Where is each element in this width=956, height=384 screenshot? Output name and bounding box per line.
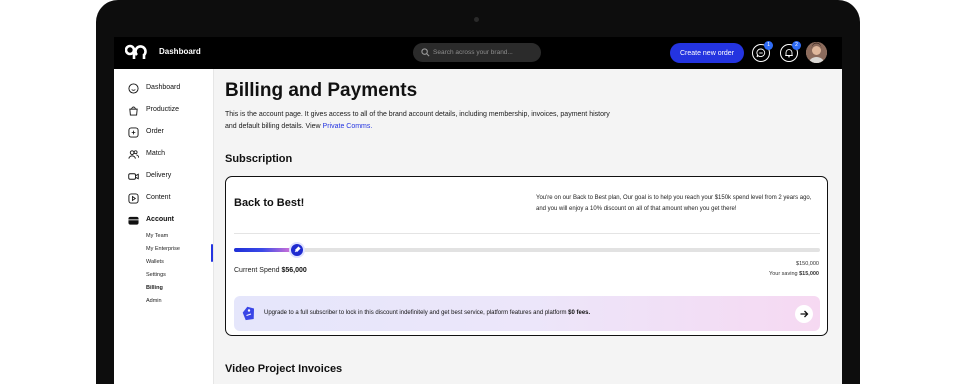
private-comms-link[interactable]: Private Comms.	[323, 123, 373, 130]
upgrade-fees: $0 fees.	[568, 310, 591, 316]
app-screen: Dashboard Create new order 1 2	[114, 37, 842, 384]
search-input[interactable]	[433, 45, 533, 60]
message-icon	[756, 48, 766, 58]
spend-progress-track	[234, 242, 820, 258]
video-icon	[128, 173, 139, 180]
video-invoices-heading: Video Project Invoices	[225, 363, 343, 375]
sidebar-item-content[interactable]: Content	[128, 192, 210, 206]
rocket-icon	[294, 246, 301, 253]
sidebar-subitem-billing[interactable]: Billing	[146, 285, 163, 291]
arrow-right-icon	[800, 310, 809, 318]
plan-description: You're on our Back to Best plan, Our goa…	[536, 195, 812, 212]
users-icon	[128, 150, 139, 159]
progress-handle[interactable]	[288, 242, 305, 258]
wallet-icon	[128, 216, 139, 225]
sidebar-subitem-admin[interactable]: Admin	[146, 298, 162, 304]
order-icon	[128, 127, 139, 138]
sidebar-item-account[interactable]: Account	[128, 214, 210, 228]
user-avatar[interactable]	[806, 42, 827, 63]
sidebar-item-match[interactable]: Match	[128, 148, 210, 162]
sidebar-item-order[interactable]: Order	[128, 126, 210, 140]
camera-dot	[474, 17, 479, 22]
page-title: Billing and Payments	[225, 80, 418, 101]
upgrade-text: Upgrade to a full subscriber to lock in …	[264, 310, 567, 316]
page-description: This is the account page. It gives acces…	[225, 109, 615, 132]
sidebar-subitem-my-team[interactable]: My Team	[146, 233, 168, 239]
top-bar: Dashboard Create new order 1 2	[114, 37, 842, 69]
plan-name: Back to Best!	[234, 197, 305, 209]
sidebar-subitem-wallets[interactable]: Wallets	[146, 259, 164, 265]
sidebar: Dashboard Productize Order Match Deliver…	[114, 69, 214, 384]
subscription-card: Back to Best! You're on our Back to Best…	[225, 176, 828, 336]
sidebar-item-label: Dashboard	[146, 84, 181, 91]
active-indicator	[211, 244, 213, 262]
messages-button[interactable]: 1	[752, 41, 773, 62]
subscription-heading: Subscription	[225, 153, 293, 165]
avatar-photo-icon	[806, 42, 827, 63]
saving-value: $15,000	[799, 271, 819, 277]
upgrade-message: Upgrade to a full subscriber to lock in …	[264, 310, 590, 316]
brand-logo-icon[interactable]	[125, 44, 147, 62]
sidebar-item-productize[interactable]: Productize	[128, 104, 210, 118]
sidebar-item-label: Account	[146, 216, 174, 223]
play-icon	[128, 193, 139, 204]
current-spend: Current Spend $56,000	[234, 267, 307, 274]
sidebar-item-label: Productize	[146, 106, 180, 113]
price-tag-icon	[242, 306, 255, 321]
current-spend-value: $56,000	[281, 267, 307, 274]
saving-info: Your saving $15,000	[769, 271, 819, 277]
description-text: This is the account page. It gives acces…	[225, 111, 610, 130]
spend-target: $150,000	[796, 261, 819, 267]
sidebar-subitem-settings[interactable]: Settings	[146, 272, 166, 278]
bell-icon	[785, 49, 793, 58]
sidebar-item-label: Content	[146, 194, 171, 201]
spend-progress-fill	[234, 248, 297, 252]
upgrade-banner[interactable]: Upgrade to a full subscriber to lock in …	[234, 296, 820, 331]
notifications-badge: 2	[792, 41, 801, 50]
smile-icon	[128, 83, 139, 94]
upgrade-arrow-button[interactable]	[795, 305, 813, 323]
header-title: Dashboard	[159, 47, 201, 56]
sidebar-subitem-my-enterprise[interactable]: My Enterprise	[146, 246, 180, 252]
saving-label: Your saving	[769, 271, 798, 277]
notifications-button[interactable]: 2	[780, 41, 801, 62]
bag-icon	[129, 106, 138, 116]
sidebar-item-label: Match	[146, 150, 166, 157]
sidebar-item-dashboard[interactable]: Dashboard	[128, 82, 210, 96]
search-icon	[421, 48, 430, 57]
sidebar-item-delivery[interactable]: Delivery	[128, 170, 210, 184]
current-spend-label: Current Spend	[234, 267, 280, 274]
search-bar[interactable]	[413, 43, 541, 62]
sidebar-item-label: Order	[146, 128, 164, 135]
main-content: Billing and Payments This is the account…	[214, 69, 842, 384]
create-new-order-button[interactable]: Create new order	[670, 43, 744, 63]
card-divider	[234, 233, 820, 234]
sidebar-item-label: Delivery	[146, 172, 172, 179]
messages-badge: 1	[764, 41, 773, 50]
